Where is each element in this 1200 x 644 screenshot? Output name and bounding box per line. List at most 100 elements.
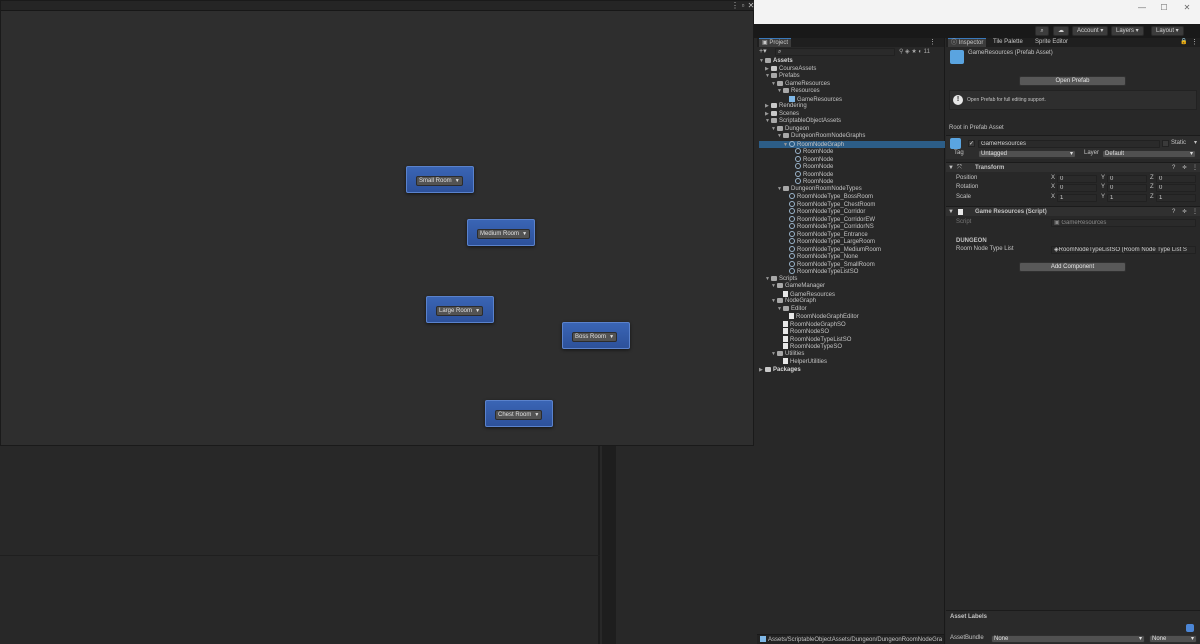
restore-icon[interactable]: ☐ <box>1156 2 1172 14</box>
create-plus-icon[interactable]: +▾ <box>759 48 767 56</box>
tree-item[interactable]: ▼ Resources <box>759 88 945 95</box>
component-menu-icon[interactable]: ⋮ <box>1192 164 1198 172</box>
room-node-graph-window[interactable]: ⋮ ▫ ✕ Small Room ▼ Medium Room ▼ Large Roo… <box>0 0 755 446</box>
layout-dropdown[interactable]: Layout ▾ <box>1151 26 1184 36</box>
tree-item[interactable]: RoomNodeSO <box>759 328 945 335</box>
room-node-small[interactable]: Small Room ▼ <box>406 166 474 193</box>
room-node-type-list-field[interactable]: ◈RoomNodeTypeListSO (Room Node Type List… <box>1051 246 1196 254</box>
help-icon[interactable]: ? <box>1172 164 1175 172</box>
tree-item[interactable]: ▼ Dungeon <box>759 125 945 133</box>
tree-item[interactable]: ▼ GameManager <box>759 283 945 290</box>
panel-splitter[interactable] <box>602 446 616 644</box>
tree-item[interactable]: ▼ DungeonRoomNodeGraphs <box>759 133 945 140</box>
tree-item[interactable]: RoomNodeType_ChestRoom <box>759 200 945 208</box>
room-type-dropdown[interactable]: Boss Room ▼ <box>572 332 618 342</box>
tree-item[interactable]: RoomNodeType_Corridor <box>759 208 945 215</box>
tag-dropdown[interactable]: Untagged ▾ <box>978 150 1076 158</box>
inspector-menu-icon[interactable]: ⋮ <box>1191 38 1198 47</box>
tree-item[interactable]: RoomNode <box>759 170 945 178</box>
tree-item[interactable]: RoomNodeType_BossRoom <box>759 193 945 200</box>
tree-item[interactable]: GameResources <box>759 290 945 298</box>
transform-header[interactable]: ▼ ⤧ Transform ? ≑ ⋮ <box>946 162 1200 172</box>
more-options-icon[interactable]: ⋮ <box>731 1 739 11</box>
tree-item[interactable]: RoomNodeGraphEditor <box>759 313 945 320</box>
game-resources-script-header[interactable]: ▼ Game Resources (Script) ? ≑ ⋮ <box>946 206 1200 216</box>
tree-item[interactable]: ▼ Prefabs <box>759 73 945 80</box>
tree-item[interactable]: RoomNode <box>759 163 945 170</box>
maximize-icon[interactable]: ▫ <box>739 1 747 11</box>
fold-triangle-icon[interactable]: ▼ <box>948 164 954 172</box>
tree-item[interactable]: RoomNodeType_None <box>759 253 945 260</box>
search-icon[interactable]: ⌕ <box>1035 26 1049 36</box>
lock-icon[interactable]: 🔒 <box>1180 38 1187 47</box>
tab-project[interactable]: ▣ Project <box>759 38 792 47</box>
position-y-field[interactable]: 0 <box>1107 175 1147 183</box>
room-type-dropdown[interactable]: Chest Room ▼ <box>495 410 543 420</box>
scale-x-field[interactable]: 1 <box>1057 194 1097 202</box>
tree-item[interactable]: ▶ CourseAssets <box>759 65 945 73</box>
rotation-z-field[interactable]: 0 <box>1156 184 1196 192</box>
scale-z-field[interactable]: 1 <box>1156 194 1196 202</box>
tree-item[interactable]: RoomNode <box>759 178 945 185</box>
tree-item[interactable]: RoomNode <box>759 148 945 155</box>
filter-icons[interactable]: ⚲ ◈ ★ ◐ 11 <box>899 48 930 56</box>
minimize-icon[interactable]: — <box>1134 2 1150 14</box>
account-dropdown[interactable]: Account ▾ <box>1072 26 1109 36</box>
tree-item[interactable]: ▼ Scripts <box>759 275 945 283</box>
tree-item[interactable]: RoomNodeTypeListSO <box>759 335 945 343</box>
room-type-dropdown[interactable]: Large Room ▼ <box>436 306 484 316</box>
tree-item[interactable]: RoomNodeType_LargeRoom <box>759 238 945 245</box>
room-node-medium[interactable]: Medium Room ▼ <box>467 219 535 246</box>
project-search-input[interactable]: ⌕ <box>775 48 895 56</box>
tree-item[interactable]: RoomNodeType_MediumRoom <box>759 245 945 253</box>
tree-item[interactable]: ▼ DungeonRoomNodeTypes <box>759 185 945 193</box>
tree-item[interactable]: ▼ Editor <box>759 305 945 313</box>
room-node-large[interactable]: Large Room ▼ <box>426 296 494 323</box>
tab-sprite-editor[interactable]: Sprite Editor <box>1032 38 1071 47</box>
preset-icon[interactable]: ≑ <box>1182 208 1187 216</box>
tree-item[interactable]: RoomNode <box>759 155 945 163</box>
room-type-dropdown[interactable]: Medium Room ▼ <box>477 229 531 239</box>
tree-item[interactable]: RoomNodeType_SmallRoom <box>759 260 945 268</box>
add-component-button[interactable]: Add Component <box>1019 262 1126 272</box>
component-menu-icon[interactable]: ⋮ <box>1192 208 1198 216</box>
position-z-field[interactable]: 0 <box>1156 175 1196 183</box>
tab-inspector[interactable]: ⓘ Inspector <box>948 38 987 47</box>
scale-y-field[interactable]: 1 <box>1107 194 1147 202</box>
help-icon[interactable]: ? <box>1172 208 1175 216</box>
tree-item[interactable]: ▶ Rendering <box>759 103 945 110</box>
open-prefab-button[interactable]: Open Prefab <box>1019 76 1126 86</box>
tab-tile-palette[interactable]: Tile Palette <box>990 38 1026 47</box>
tree-item[interactable]: ▶ Packages <box>759 366 945 374</box>
asset-bundle-dropdown[interactable]: None ▾ <box>991 635 1145 643</box>
tree-item[interactable]: HelperUtilities <box>759 358 945 365</box>
active-checkbox[interactable]: ✓ <box>968 140 975 147</box>
tree-item[interactable]: ▼ GameResources <box>759 80 945 88</box>
preset-icon[interactable]: ≑ <box>1182 164 1187 172</box>
tree-item[interactable]: RoomNodeTypeSO <box>759 343 945 350</box>
fold-triangle-icon[interactable]: ▼ <box>948 208 954 216</box>
label-tag-icon[interactable] <box>1186 624 1194 632</box>
room-node-chest[interactable]: Chest Room ▼ <box>485 400 553 427</box>
tree-item[interactable]: GameResources <box>759 95 945 103</box>
asset-variant-dropdown[interactable]: None ▾ <box>1149 635 1197 643</box>
tree-item[interactable]: ▼ RoomNodeGraph <box>759 140 945 148</box>
window-close-icon[interactable]: ✕ <box>1179 2 1195 14</box>
layer-dropdown[interactable]: Default ▾ <box>1102 150 1196 158</box>
tree-item[interactable]: RoomNodeType_CorridorEW <box>759 215 945 223</box>
layers-dropdown[interactable]: Layers ▾ <box>1111 26 1144 36</box>
tree-item[interactable]: RoomNodeType_CorridorNS <box>759 223 945 230</box>
tree-item[interactable]: ▼ Utilities <box>759 350 945 358</box>
static-checkbox[interactable] <box>1162 140 1169 147</box>
tree-item[interactable]: ▼ Assets <box>759 58 945 65</box>
room-node-boss[interactable]: Boss Room ▼ <box>562 322 630 349</box>
tree-item[interactable]: RoomNodeTypeListSO <box>759 268 945 275</box>
tree-item[interactable]: RoomNodeGraphSO <box>759 320 945 328</box>
tree-item[interactable]: ▶ Scenes <box>759 110 945 118</box>
tree-item[interactable]: ▼ NodeGraph <box>759 298 945 305</box>
panel-menu-icon[interactable]: ⋮ <box>929 38 936 47</box>
object-name-field[interactable]: GameResources <box>978 140 1160 148</box>
position-x-field[interactable]: 0 <box>1057 175 1097 183</box>
tree-item[interactable]: ▼ ScriptableObjectAssets <box>759 118 945 125</box>
room-type-dropdown[interactable]: Small Room ▼ <box>416 176 463 186</box>
